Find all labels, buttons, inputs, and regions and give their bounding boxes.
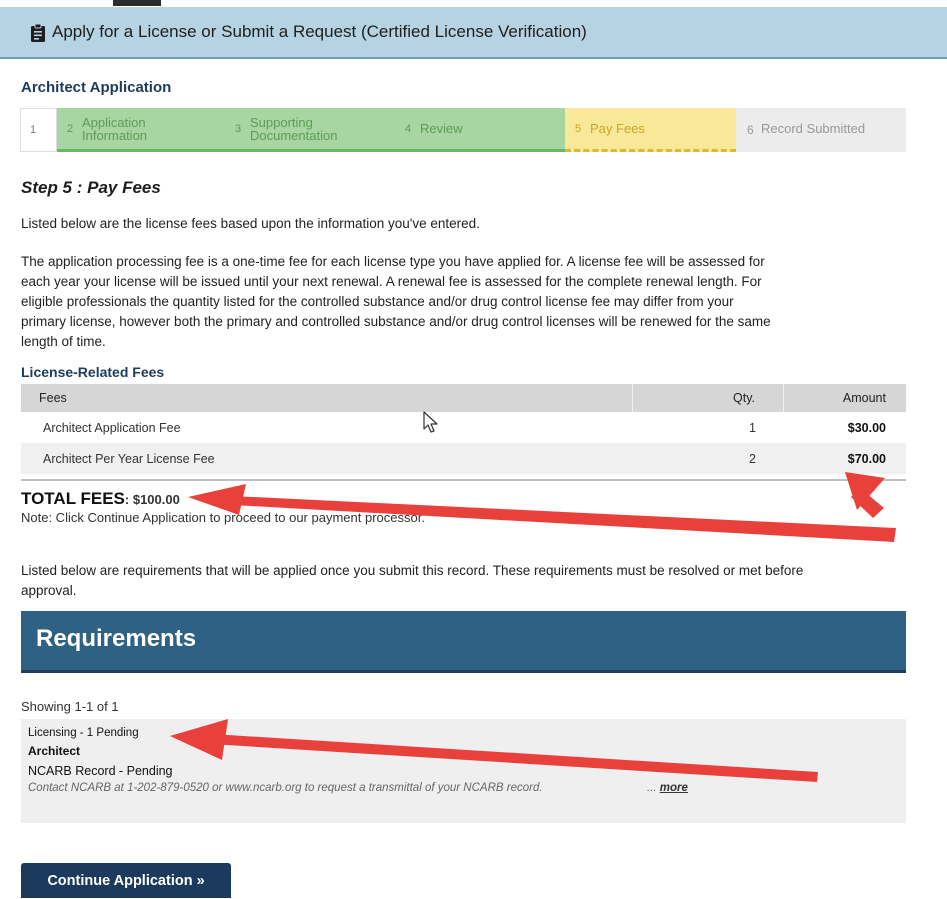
- step-heading: Step 5 : Pay Fees: [21, 178, 161, 197]
- page-title: Apply for a License or Submit a Request …: [52, 22, 587, 41]
- step-label: Information: [82, 128, 148, 143]
- step-label: Review: [420, 121, 463, 136]
- step-number: 5: [575, 123, 582, 135]
- step-label: Documentation: [250, 128, 338, 143]
- ellipsis: ...: [647, 782, 657, 794]
- more-link[interactable]: more: [660, 782, 688, 794]
- fee-amount: $70.00: [847, 452, 886, 466]
- mouse-pointer-icon: [423, 411, 438, 433]
- requirement-item: Licensing - 1 Pending Architect NCARB Re…: [21, 719, 906, 823]
- fees-section-title: License-Related Fees: [21, 364, 165, 380]
- table-row: Architect Application Fee 1 $30.00: [21, 412, 906, 443]
- qty-column-header: Qty.: [733, 391, 755, 405]
- total-fees: TOTAL FEES: $100.00: [21, 489, 180, 509]
- fee-name: Architect Per Year License Fee: [43, 452, 215, 466]
- fee-qty: 2: [749, 452, 756, 466]
- step-supporting-documentation[interactable]: 3 Supporting Documentation: [228, 108, 398, 152]
- total-fees-amount: : $100.00: [124, 492, 180, 507]
- showing-count: Showing 1-1 of 1: [21, 699, 119, 714]
- requirements-intro: Listed below are requirements that will …: [21, 561, 803, 601]
- fee-amount: $30.00: [847, 421, 886, 435]
- application-title: Architect Application: [21, 79, 172, 96]
- step-number: 1: [30, 124, 37, 136]
- step-label: Record Submitted: [761, 121, 866, 136]
- step-number: 3: [235, 123, 242, 135]
- column-divider: [632, 384, 633, 412]
- step-label: Pay Fees: [590, 121, 645, 136]
- column-divider: [783, 384, 784, 412]
- step-number: 6: [747, 123, 754, 137]
- fee-qty: 1: [749, 421, 756, 435]
- payment-note: Note: Click Continue Application to proc…: [21, 510, 425, 525]
- fees-table-header: Fees Qty. Amount: [21, 384, 906, 412]
- fee-explanation-line: each year your license will be issued un…: [21, 274, 762, 289]
- total-fees-label: TOTAL FEES: [21, 489, 125, 508]
- fee-name: Architect Application Fee: [43, 421, 181, 435]
- fee-explanation-line: eligible professionals the quantity list…: [21, 294, 734, 309]
- fee-explanation-line: The application processing fee is a one-…: [21, 254, 765, 269]
- fee-explanation-line: length of time.: [21, 334, 106, 349]
- step-review[interactable]: 4 Review: [398, 108, 565, 152]
- step-record-submitted: 6 Record Submitted: [736, 108, 906, 152]
- divider: [21, 479, 906, 481]
- fee-explanation: The application processing fee is a one-…: [21, 252, 771, 352]
- amount-column-header: Amount: [842, 391, 886, 405]
- step-application-information[interactable]: 2 Application Information: [57, 108, 228, 152]
- step-1: 1: [20, 108, 57, 152]
- step-number: 4: [405, 123, 412, 135]
- page-header: Apply for a License or Submit a Request …: [0, 7, 947, 59]
- intro-text: Listed below are the license fees based …: [21, 216, 480, 231]
- step-pay-fees: 5 Pay Fees: [565, 108, 736, 152]
- fee-explanation-line: primary license, however both the primar…: [21, 314, 771, 329]
- step-number: 2: [67, 123, 74, 135]
- active-tab-marker: [113, 0, 161, 6]
- fees-column-header: Fees: [39, 391, 67, 405]
- requirement-license: Architect: [28, 744, 81, 758]
- progress-steps: 1 2 Application Information 3 Supporting…: [20, 108, 906, 152]
- requirements-heading: Requirements: [36, 625, 197, 652]
- requirement-group: Licensing - 1 Pending: [28, 727, 139, 739]
- clipboard-icon: [31, 23, 45, 42]
- requirement-description: Contact NCARB at 1-202-879-0520 or www.n…: [28, 782, 543, 794]
- continue-application-button[interactable]: Continue Application »: [21, 863, 231, 898]
- more-container: ... more: [647, 782, 688, 794]
- requirements-banner: Requirements: [21, 611, 906, 673]
- requirement-title: NCARB Record - Pending: [28, 764, 173, 778]
- requirements-intro-line: approval.: [21, 583, 77, 598]
- top-strip: [0, 0, 947, 7]
- table-row: Architect Per Year License Fee 2 $70.00: [21, 443, 906, 474]
- requirements-intro-line: Listed below are requirements that will …: [21, 563, 804, 578]
